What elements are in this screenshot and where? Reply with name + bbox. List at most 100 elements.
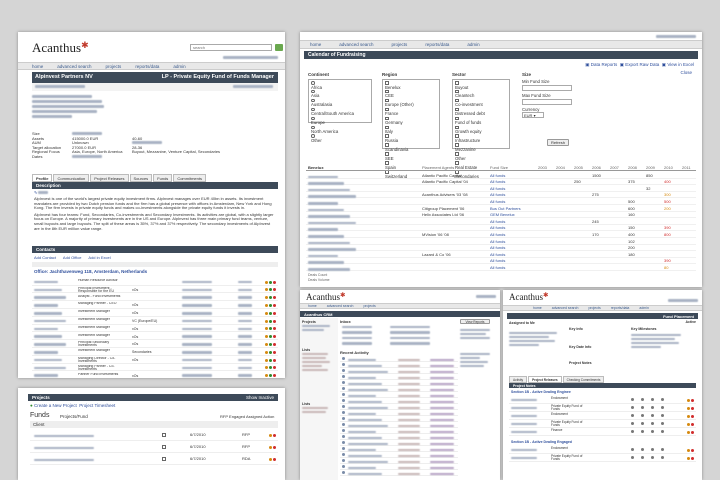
sector-option[interactable]: Cleantech — [455, 89, 507, 99]
edit-icon[interactable] — [265, 358, 268, 362]
phone-icon[interactable] — [269, 350, 272, 354]
edit-icon[interactable] — [687, 406, 690, 410]
phone-icon[interactable] — [269, 374, 272, 378]
contact-actions[interactable] — [264, 296, 276, 300]
delete-icon[interactable] — [273, 366, 276, 370]
contact-row[interactable]: Investment Manager VC (Europe/EU) — [32, 317, 278, 325]
delete-icon[interactable] — [691, 456, 694, 460]
office-row[interactable]: Office: Jachthavenweg 118, Amsterdam, Ne… — [34, 269, 147, 274]
tab-project-releases[interactable]: Project Releases — [90, 174, 129, 182]
contact-row[interactable]: Investment Manager Secondaries — [32, 348, 278, 356]
edit-icon[interactable] — [687, 448, 690, 452]
fund-link[interactable]: All funds — [490, 173, 505, 178]
activity-item[interactable] — [340, 410, 458, 416]
placement-row[interactable]: Private Equity Fund of Funds — [509, 404, 696, 412]
region-option[interactable]: Scandinavia — [385, 143, 437, 152]
fund-link[interactable]: All funds — [490, 199, 505, 204]
edit-icon[interactable] — [265, 327, 268, 331]
currency-select[interactable]: EUR ▾ — [522, 112, 544, 118]
nav-admin[interactable]: admin — [467, 42, 479, 47]
activity-item[interactable] — [340, 356, 458, 362]
user-links[interactable] — [668, 298, 698, 303]
activity-item[interactable] — [340, 386, 458, 392]
project-timesheet-button[interactable]: Project Timesheet — [79, 403, 115, 408]
activity-item[interactable] — [340, 470, 458, 476]
project-row[interactable]: 6/7/2010 RDA — [30, 454, 278, 465]
add-in-excel-button[interactable]: Add in Excel — [88, 255, 110, 260]
edit-icon[interactable] — [687, 430, 690, 434]
contact-row[interactable]: Analyst - Fund Investments — [32, 294, 278, 302]
show-inactive-link[interactable]: Show Inactive — [246, 395, 274, 400]
delete-icon[interactable] — [691, 448, 694, 452]
phone-icon[interactable] — [269, 342, 272, 346]
placement-row[interactable]: Endowment — [509, 412, 696, 420]
contact-actions[interactable] — [264, 303, 276, 307]
sector-option[interactable]: Other — [455, 152, 507, 161]
edit-icon[interactable] — [269, 434, 272, 438]
fund-row[interactable]: All funds 80 — [306, 264, 696, 271]
activity-item[interactable] — [340, 374, 458, 380]
fund-link[interactable]: All funds — [490, 232, 505, 237]
acanthus-logo[interactable]: Acanthus✱ — [306, 292, 345, 302]
region-option[interactable]: SEE — [385, 152, 437, 161]
edit-icon[interactable] — [687, 456, 690, 460]
edit-icon[interactable] — [265, 319, 268, 323]
contact-actions[interactable] — [264, 288, 276, 292]
min-size-input[interactable] — [522, 85, 572, 91]
sector-option[interactable]: Co-investment — [455, 98, 507, 108]
sector-listbox[interactable]: Buyout Cleantech Co-investment Distressed d… — [452, 79, 510, 179]
edit-icon[interactable] — [265, 366, 268, 370]
sector-option[interactable]: Growth equity — [455, 125, 507, 135]
edit-icon[interactable] — [265, 296, 268, 300]
edit-icon[interactable] — [265, 280, 268, 284]
placement-row[interactable]: Endowment — [509, 446, 696, 454]
tab-project-releases[interactable]: Project Releases — [528, 376, 562, 383]
phone-icon[interactable] — [269, 288, 272, 292]
edit-icon[interactable] — [687, 422, 690, 426]
nav-home[interactable]: home — [32, 64, 43, 69]
inbox-item[interactable] — [340, 324, 458, 329]
nav-admin[interactable]: admin — [639, 306, 649, 310]
contact-actions[interactable] — [264, 280, 276, 284]
activity-item[interactable] — [340, 446, 458, 452]
create-project-button[interactable]: Create a New Project — [34, 403, 77, 408]
phone-icon[interactable] — [269, 335, 272, 339]
delete-icon[interactable] — [273, 335, 276, 339]
delete-icon[interactable] — [273, 311, 276, 315]
fund-row[interactable]: All funds 102 — [306, 238, 696, 245]
fund-row[interactable]: MVision '06 '08 All funds 170 400 800 — [306, 231, 696, 238]
phone-icon[interactable] — [269, 366, 272, 370]
delete-icon[interactable] — [273, 327, 276, 331]
fund-link[interactable]: All funds — [490, 245, 505, 250]
contact-actions[interactable] — [264, 358, 276, 362]
fund-link[interactable]: All funds — [490, 225, 505, 230]
activity-item[interactable] — [340, 464, 458, 470]
section-2-title[interactable]: Section 1B - Active Dealing Engaged — [511, 440, 572, 444]
continent-option[interactable]: Australasia — [311, 98, 369, 108]
contact-actions[interactable] — [264, 366, 276, 370]
edit-icon[interactable] — [265, 350, 268, 354]
edit-icon[interactable] — [265, 342, 268, 346]
continent-option[interactable]: Africa — [311, 81, 369, 90]
nav-reports[interactable]: reports/data — [135, 64, 159, 69]
nav-home[interactable]: home — [308, 304, 317, 308]
activity-item[interactable] — [340, 428, 458, 434]
contact-row[interactable]: Human Resource Advisor — [32, 278, 278, 286]
activity-item[interactable] — [340, 440, 458, 446]
activity-item[interactable] — [340, 434, 458, 440]
placement-row[interactable]: Finance — [509, 428, 696, 436]
delete-icon[interactable] — [273, 342, 276, 346]
fund-row[interactable]: All funds 245 — [306, 218, 696, 225]
nav-reports[interactable]: reports/data — [611, 306, 630, 310]
delete-icon[interactable] — [273, 458, 276, 462]
export-raw-button[interactable]: ▣ Export Raw Data — [620, 62, 660, 67]
delete-icon[interactable] — [691, 414, 694, 418]
fund-row[interactable]: All funds 390 — [306, 258, 696, 265]
add-contact-button[interactable]: Add Contact — [34, 255, 56, 260]
tab-activity[interactable]: Activity — [509, 376, 528, 383]
top-utility[interactable] — [656, 34, 696, 39]
nav-advanced-search[interactable]: advanced search — [57, 64, 91, 69]
region-option[interactable]: Benelux — [385, 81, 437, 90]
edit-icon[interactable] — [269, 458, 272, 462]
activity-item[interactable] — [340, 368, 458, 374]
